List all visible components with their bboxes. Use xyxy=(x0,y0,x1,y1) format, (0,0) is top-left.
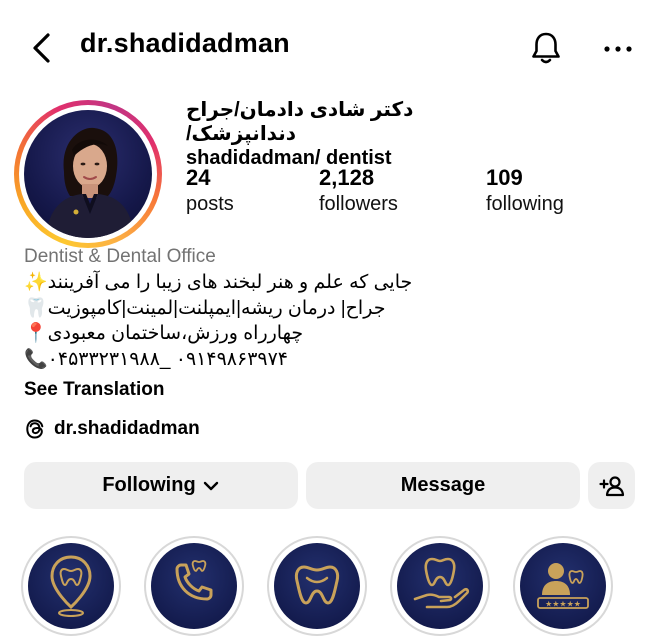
threads-handle: dr.shadidadman xyxy=(54,418,200,439)
highlight-item[interactable] xyxy=(267,536,367,636)
tooth-hand-icon xyxy=(413,557,470,609)
bio-line: 📞۰۴۵۳۳۲۳۱۹۸۸_ ۰۹۱۴۹۸۶۳۹۷۴ xyxy=(24,348,289,370)
threads-link[interactable]: dr.shadidadman xyxy=(24,418,200,440)
profile-bio: ✨جایی که علم و هنر لبخند های زیبا را می … xyxy=(24,270,412,372)
chevron-down-icon xyxy=(203,481,218,490)
followers-label: followers xyxy=(319,193,398,215)
posts-stat[interactable]: 24 posts xyxy=(186,165,234,217)
following-label: following xyxy=(486,193,564,215)
highlight-item[interactable] xyxy=(21,536,121,636)
story-ring[interactable] xyxy=(14,100,162,248)
profile-username: dr.shadidadman xyxy=(80,28,290,58)
bell-icon[interactable] xyxy=(528,30,564,66)
story-highlights: ★★★★★ xyxy=(0,536,660,638)
message-button-label: Message xyxy=(400,474,486,496)
posts-label: posts xyxy=(186,193,234,215)
bio-line: 📍چهارراه ورزش،ساختمان معبودی xyxy=(24,323,304,344)
top-bar: dr.shadidadman xyxy=(0,0,660,98)
more-options-icon[interactable] xyxy=(603,44,633,54)
threads-icon xyxy=(26,419,44,439)
tooth-review-icon: ★★★★★ xyxy=(537,563,589,609)
posts-count: 24 xyxy=(186,165,211,190)
profile-category: Dentist & Dental Office xyxy=(24,246,216,267)
avatar xyxy=(24,110,152,238)
following-button-label: Following xyxy=(102,474,196,496)
tooth-smile-icon xyxy=(294,565,340,605)
message-button[interactable]: Message xyxy=(306,462,580,509)
following-count: 109 xyxy=(486,165,523,190)
highlight-item[interactable] xyxy=(144,536,244,636)
profile-photo-icon xyxy=(46,127,134,238)
highlight-item[interactable]: ★★★★★ xyxy=(513,536,613,636)
tooth-phone-icon xyxy=(175,560,213,601)
highlight-item[interactable] xyxy=(390,536,490,636)
profile-full-name: دکتر شادی دادمان/جراح دندانپزشک/ shadida… xyxy=(186,98,516,170)
add-person-icon xyxy=(598,475,624,496)
back-arrow-icon[interactable] xyxy=(28,30,58,66)
followers-count: 2,128 xyxy=(319,165,375,190)
svg-text:★★★★★: ★★★★★ xyxy=(545,600,581,609)
bio-line: 🦷جراح| درمان ریشه|ایمپلنت|لمینت|کامپوزیت xyxy=(24,297,386,319)
tooth-location-icon xyxy=(50,555,92,617)
suggested-people-button[interactable] xyxy=(588,462,635,509)
full-name-line-1: دکتر شادی دادمان/جراح دندانپزشک/ xyxy=(186,99,414,145)
followers-stat[interactable]: 2,128 followers xyxy=(319,165,398,217)
bio-line: ✨جایی که علم و هنر لبخند های زیبا را می … xyxy=(24,272,413,293)
following-stat[interactable]: 109 following xyxy=(486,165,564,217)
following-button[interactable]: Following xyxy=(24,462,298,509)
see-translation-link[interactable]: See Translation xyxy=(24,379,164,401)
